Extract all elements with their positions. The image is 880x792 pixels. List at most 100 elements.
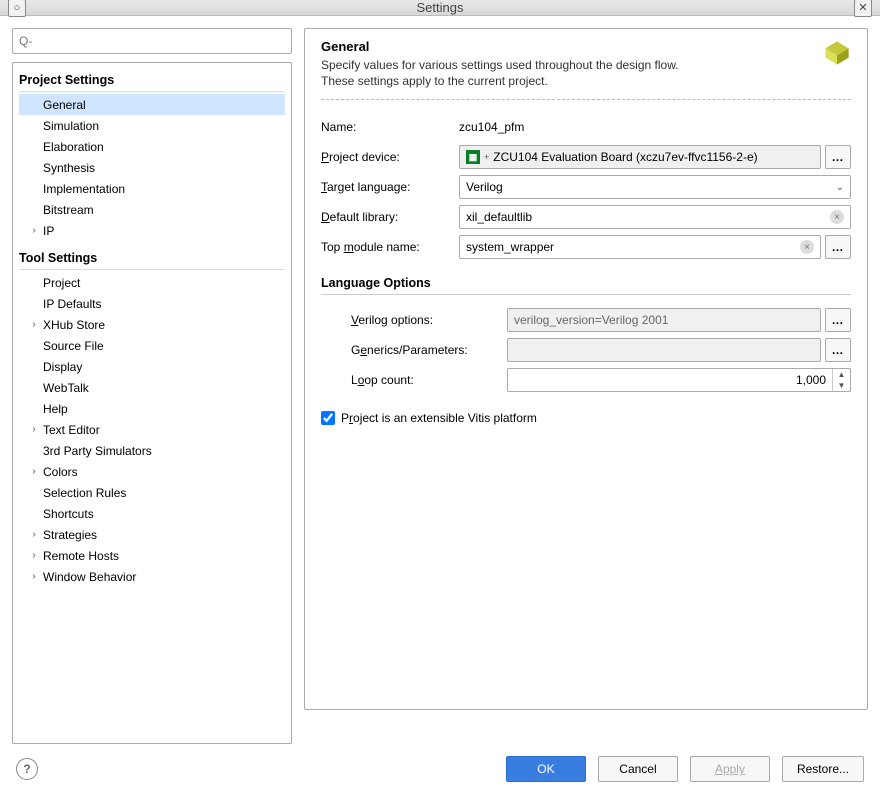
tree-item-label: Window Behavior [43,570,136,584]
tool-settings-header: Tool Settings [19,247,285,270]
tool-settings-item-webtalk[interactable]: WebTalk [19,377,285,398]
expand-icon[interactable]: › [25,319,43,330]
project-device-browse-button[interactable]: … [825,145,851,169]
tool-settings-item-strategies[interactable]: ›Strategies [19,524,285,545]
tree-item-label: Strategies [43,528,97,542]
tool-settings-tree: ProjectIP Defaults›XHub StoreSource File… [19,272,285,587]
generics-label: Generics/Parameters: [351,343,499,357]
ok-button[interactable]: OK [506,756,586,782]
tree-item-label: Remote Hosts [43,549,119,563]
expand-icon[interactable]: › [25,550,43,561]
expand-icon[interactable]: › [25,571,43,582]
cancel-button[interactable]: Cancel [598,756,678,782]
tool-settings-item-xhub-store[interactable]: ›XHub Store [19,314,285,335]
expand-icon[interactable]: › [25,424,43,435]
tree-item-label: Elaboration [43,140,104,154]
tree-item-label: Colors [43,465,78,479]
tool-settings-item-display[interactable]: Display [19,356,285,377]
project-settings-item-elaboration[interactable]: Elaboration [19,136,285,157]
project-settings-item-bitstream[interactable]: Bitstream [19,199,285,220]
top-module-input[interactable]: system_wrapper × [459,235,821,259]
close-window-button[interactable]: ✕ [854,0,872,17]
expand-icon[interactable]: › [25,529,43,540]
dialog-button-bar: ? OK Cancel Apply Restore... [0,756,880,792]
default-library-input[interactable]: xil_defaultlib × [459,205,851,229]
loop-count-label: Loop count: [351,373,499,387]
help-button[interactable]: ? [16,758,38,780]
generics-browse-button[interactable]: … [825,338,851,362]
settings-nav-panel: Project Settings General Simulation Elabor… [12,62,292,744]
language-options-header: Language Options [321,276,851,290]
search-input[interactable] [12,28,292,54]
verilog-options-browse-button[interactable]: … [825,308,851,332]
apply-button[interactable]: Apply [690,756,770,782]
project-name-value: zcu104_pfm [459,120,524,134]
tool-settings-item-colors[interactable]: ›Colors [19,461,285,482]
project-settings-item-synthesis[interactable]: Synthesis [19,157,285,178]
board-icon: ▦ [466,150,480,164]
window-menu-button[interactable]: ○ [8,0,26,17]
tree-item-label: Shortcuts [43,507,94,521]
tool-settings-item-3rd-party-simulators[interactable]: 3rd Party Simulators [19,440,285,461]
extensible-platform-checkbox[interactable] [321,411,335,425]
tool-settings-item-selection-rules[interactable]: Selection Rules [19,482,285,503]
spinner-up-icon[interactable]: ▲ [833,369,850,380]
tree-item-label: Display [43,360,82,374]
tree-item-label: General [43,98,86,112]
tool-settings-item-ip-defaults[interactable]: IP Defaults [19,293,285,314]
project-settings-item-ip[interactable]: ›IP [19,220,285,241]
tree-item-label: Project [43,276,80,290]
general-settings-panel: General Specify values for various setti… [304,28,868,710]
tree-item-label: IP [43,224,54,238]
default-library-label: Default library: [321,210,451,224]
verilog-options-label: Verilog options: [351,313,499,327]
verilog-options-field: verilog_version=Verilog 2001 [507,308,821,332]
spinner-down-icon[interactable]: ▼ [833,380,850,391]
expand-icon[interactable]: › [25,466,43,477]
tree-item-label: Text Editor [43,423,100,437]
tree-item-label: Source File [43,339,104,353]
tree-item-label: Synthesis [43,161,95,175]
project-settings-item-implementation[interactable]: Implementation [19,178,285,199]
window-title: Settings [0,0,880,15]
tool-settings-item-text-editor[interactable]: ›Text Editor [19,419,285,440]
tool-settings-item-help[interactable]: Help [19,398,285,419]
title-bar: ○ Settings ✕ [0,0,880,16]
tool-settings-item-window-behavior[interactable]: ›Window Behavior [19,566,285,587]
panel-description: Specify values for various settings used… [321,57,815,89]
tool-settings-item-shortcuts[interactable]: Shortcuts [19,503,285,524]
project-device-field[interactable]: ▦ + ZCU104 Evaluation Board (xczu7ev-ffv… [459,145,821,169]
tree-item-label: WebTalk [43,381,89,395]
top-module-browse-button[interactable]: … [825,235,851,259]
generics-field [507,338,821,362]
clear-icon[interactable]: × [800,240,814,254]
tree-item-label: Bitstream [43,203,94,217]
loop-count-spinner[interactable]: 1,000 ▲ ▼ [507,368,851,392]
tool-settings-item-source-file[interactable]: Source File [19,335,285,356]
tree-item-label: Help [43,402,68,416]
tree-item-label: Implementation [43,182,125,196]
project-settings-item-general[interactable]: General [19,94,285,115]
project-settings-item-simulation[interactable]: Simulation [19,115,285,136]
chevron-down-icon: ⌄ [836,182,844,193]
tree-item-label: XHub Store [43,318,105,332]
tool-settings-item-remote-hosts[interactable]: ›Remote Hosts [19,545,285,566]
expand-icon[interactable]: › [25,225,43,236]
tree-item-label: 3rd Party Simulators [43,444,152,458]
extensible-platform-label: Project is an extensible Vitis platform [341,411,537,425]
clear-icon[interactable]: × [830,210,844,224]
vivado-logo-icon [823,39,851,67]
tree-item-label: Simulation [43,119,99,133]
tree-item-label: IP Defaults [43,297,101,311]
target-language-label: Target language: [321,180,451,194]
restore-button[interactable]: Restore... [782,756,864,782]
project-settings-header: Project Settings [19,69,285,92]
target-language-dropdown[interactable]: Verilog ⌄ [459,175,851,199]
tree-item-label: Selection Rules [43,486,126,500]
top-module-label: Top module name: [321,240,451,254]
project-settings-tree: General Simulation Elaboration Synthesis Imp… [19,94,285,241]
name-label: Name: [321,120,451,134]
panel-title: General [321,39,815,54]
tool-settings-item-project[interactable]: Project [19,272,285,293]
project-device-label: Project device: [321,150,451,164]
